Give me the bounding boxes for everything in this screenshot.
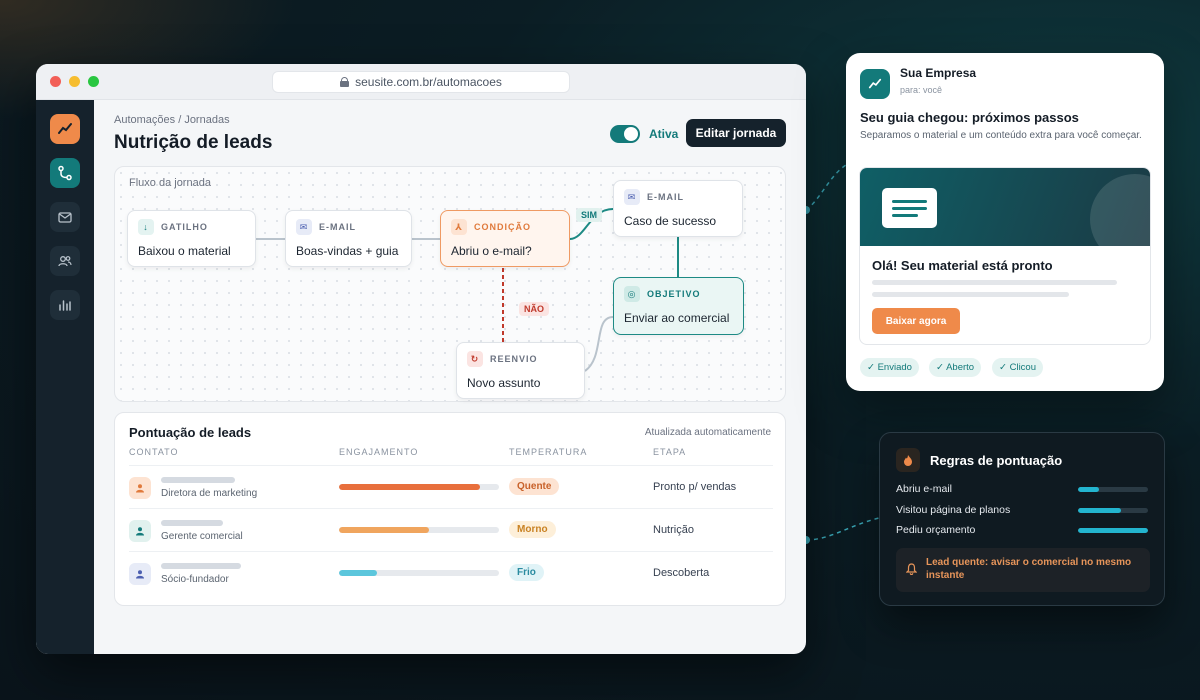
rule-fill xyxy=(1078,508,1122,513)
rule-bar xyxy=(1078,487,1148,492)
column-header: ETAPA xyxy=(653,447,687,457)
breadcrumb[interactable]: Automações / Jornadas xyxy=(114,114,230,126)
temperature-badge: Morno xyxy=(509,521,556,538)
rule-label: Visitou página de planos xyxy=(896,504,1011,516)
flow-node-goal[interactable]: ◎ OBJETIVO Enviar ao comercial xyxy=(613,277,744,335)
scoring-rules-card: Regras de pontuação Abriu e-mail Visitou… xyxy=(879,432,1165,606)
mail-icon: ✉ xyxy=(624,189,640,205)
email-hero: Olá! Seu material está pronto Baixar ago… xyxy=(859,167,1151,345)
flow-node-condition[interactable]: ⅄ CONDIÇÃO Abriu o e-mail? xyxy=(440,210,570,267)
hero-heading: Olá! Seu material está pronto xyxy=(872,258,1053,273)
browser-titlebar: seusite.com.br/automacoes xyxy=(36,64,806,100)
route-icon[interactable] xyxy=(50,158,80,188)
document-icon xyxy=(882,188,937,228)
email-preview-text: Separamos o material e um conteúdo extra… xyxy=(860,130,1142,141)
decorative-circle xyxy=(1090,174,1150,246)
rule-label: Abriu e-mail xyxy=(896,483,953,495)
avatar xyxy=(129,520,151,542)
table-row[interactable]: Sócio-fundador Frio Descoberta xyxy=(129,551,773,594)
rule-label: Pediu orçamento xyxy=(896,524,976,536)
contact-role: Sócio-fundador xyxy=(161,574,229,585)
rules-title: Regras de pontuação xyxy=(930,453,1063,468)
main-content: Automações / Jornadas Nutrição de leads … xyxy=(94,100,806,654)
engagement-bar xyxy=(339,484,499,490)
url-bar[interactable]: seusite.com.br/automacoes xyxy=(272,71,570,93)
sidebar xyxy=(36,100,94,654)
url-text: seusite.com.br/automacoes xyxy=(355,75,502,89)
engagement-bar xyxy=(339,527,499,533)
table-row[interactable]: Diretora de marketing Quente Pronto p/ v… xyxy=(129,465,773,508)
name-placeholder xyxy=(161,520,223,526)
name-placeholder xyxy=(161,563,241,569)
flow-node-resend[interactable]: ↻ REENVIO Novo assunto xyxy=(456,342,585,399)
engagement-bar xyxy=(339,570,499,576)
status-clicked: ✓ Clicou xyxy=(992,358,1043,377)
scoring-title: Pontuação de leads xyxy=(129,425,252,440)
trend-icon[interactable] xyxy=(50,114,80,144)
status-sent: ✓ Enviado xyxy=(860,358,919,377)
alert-text: Lead quente: avisar o comercial no mesmo… xyxy=(926,557,1132,581)
temperature-badge: Frio xyxy=(509,564,544,581)
lead-scoring-table: Pontuação de leads Atualizada automatica… xyxy=(114,412,786,606)
engagement-fill xyxy=(339,484,480,490)
stage-text: Pronto p/ vendas xyxy=(653,481,737,493)
bell-icon xyxy=(906,563,917,575)
text-placeholder xyxy=(872,280,1117,285)
engagement-fill xyxy=(339,527,429,533)
email-preview-card: Sua Empresa para: você Seu guia chegou: … xyxy=(846,53,1164,391)
avatar xyxy=(129,477,151,499)
rule-bar xyxy=(1078,508,1148,513)
bar-chart-icon[interactable] xyxy=(50,290,80,320)
active-toggle[interactable] xyxy=(610,125,640,143)
contact-role: Diretora de marketing xyxy=(161,488,258,499)
email-subject: Seu guia chegou: próximos passos xyxy=(860,110,1079,125)
stage-text: Descoberta xyxy=(653,567,710,579)
page-title: Nutrição de leads xyxy=(114,132,273,153)
mail-icon: ✉ xyxy=(296,219,312,235)
stage-text: Nutrição xyxy=(653,524,694,536)
trend-icon xyxy=(860,69,890,99)
engagement-fill xyxy=(339,570,378,576)
column-header: CONTATO xyxy=(129,447,179,457)
hot-lead-alert: Lead quente: avisar o comercial no mesmo… xyxy=(896,548,1150,592)
sender-name: Sua Empresa xyxy=(900,66,977,80)
download-button[interactable]: Baixar agora xyxy=(872,308,960,334)
contact-role: Gerente comercial xyxy=(161,531,243,542)
table-row[interactable]: Gerente comercial Morno Nutrição xyxy=(129,508,773,551)
yes-tag: SIM xyxy=(576,208,603,222)
column-header: TEMPERATURA xyxy=(509,447,588,457)
scoring-updated: Atualizada automaticamente xyxy=(644,427,771,438)
maximize-dot[interactable] xyxy=(88,76,99,87)
branch-icon: ⅄ xyxy=(451,219,467,235)
column-header: ENGAJAMENTO xyxy=(339,447,419,457)
flow-node-email-welcome[interactable]: ✉ E-MAIL Boas-vindas + guia xyxy=(285,210,412,267)
text-placeholder xyxy=(872,292,1069,297)
rule-fill xyxy=(1078,487,1099,492)
flow-node-trigger[interactable]: ↓ GATILHO Baixou o material xyxy=(127,210,256,267)
lock-icon xyxy=(340,77,350,87)
close-dot[interactable] xyxy=(50,76,61,87)
target-icon: ◎ xyxy=(624,286,640,302)
status-opened: ✓ Aberto xyxy=(929,358,982,377)
toggle-label: Ativa xyxy=(649,127,679,141)
rule-bar xyxy=(1078,528,1148,533)
flow-node-email-success[interactable]: ✉ E-MAIL Caso de sucesso xyxy=(613,180,743,237)
download-icon: ↓ xyxy=(138,219,154,235)
rule-fill xyxy=(1078,528,1148,533)
flow-canvas: Fluxo da jornada ↓ GATILHO Baixou o mater… xyxy=(114,166,786,402)
minimize-dot[interactable] xyxy=(69,76,80,87)
refresh-icon: ↻ xyxy=(467,351,483,367)
no-tag: NÃO xyxy=(519,302,549,316)
users-icon[interactable] xyxy=(50,246,80,276)
browser-window: seusite.com.br/automacoes Automações / J… xyxy=(36,64,806,654)
temperature-badge: Quente xyxy=(509,478,560,495)
avatar xyxy=(129,563,151,585)
mail-icon[interactable] xyxy=(50,202,80,232)
recipient: para: você xyxy=(900,85,943,95)
hero-banner xyxy=(860,168,1150,246)
flame-icon xyxy=(896,448,920,472)
name-placeholder xyxy=(161,477,235,483)
edit-journey-button[interactable]: Editar jornada xyxy=(686,119,786,147)
